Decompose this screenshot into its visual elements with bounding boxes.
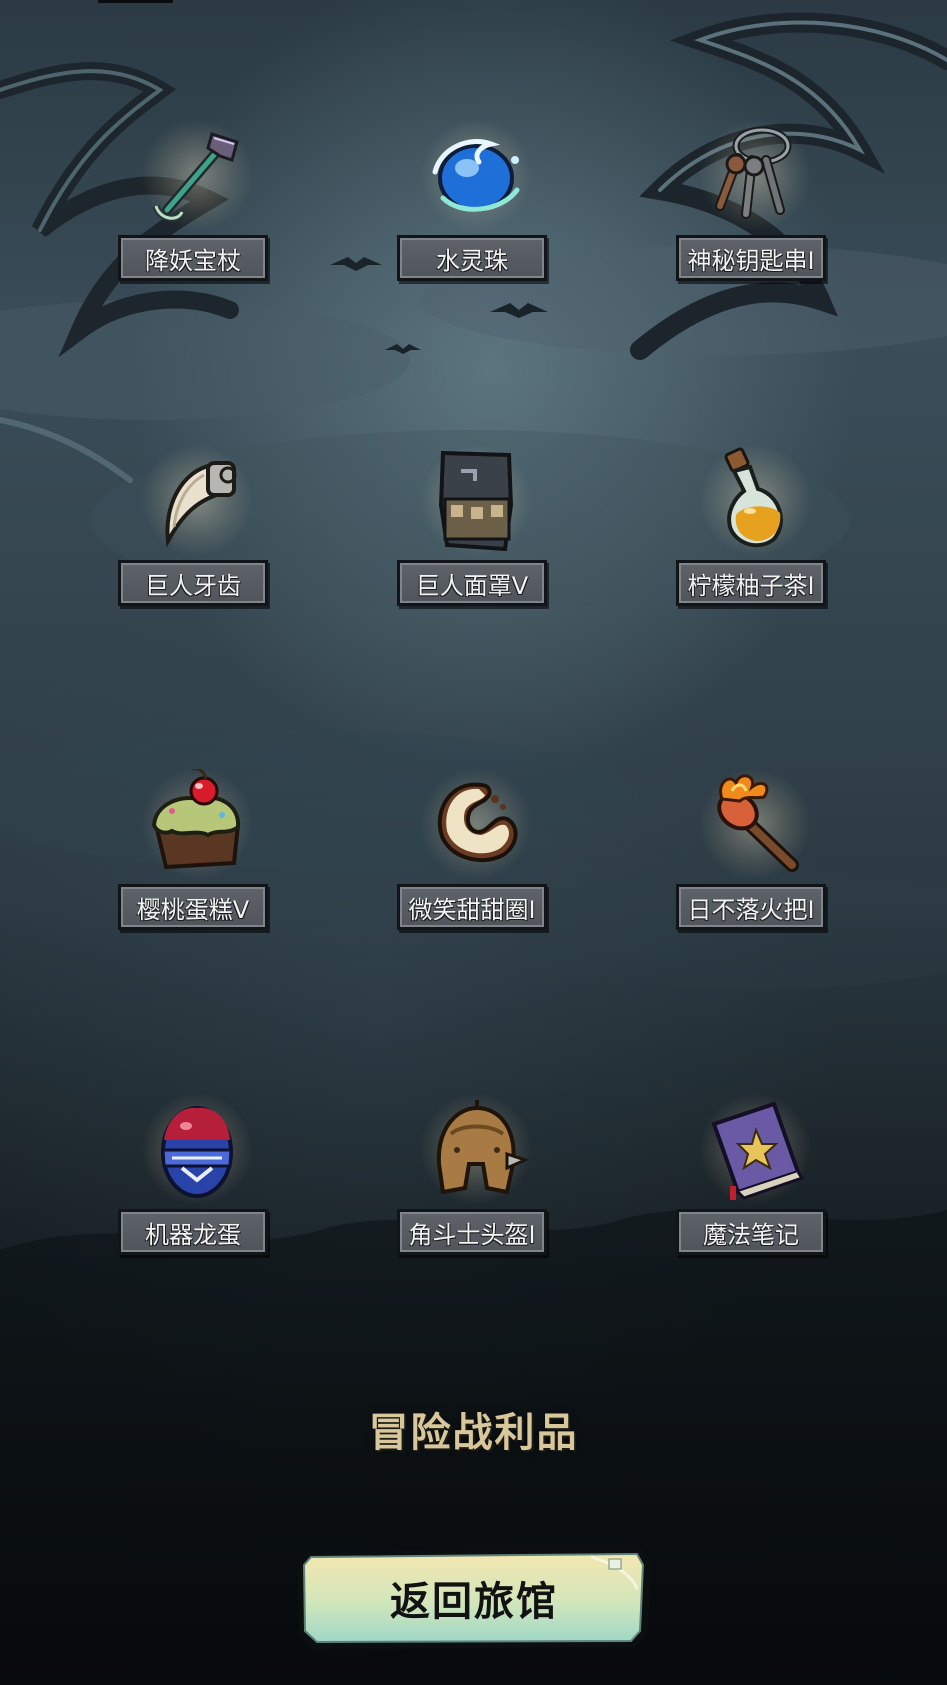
loot-item-helmet[interactable]: 角斗士头盔I — [386, 1074, 566, 1274]
section-title: 冒险战利品 — [368, 1410, 579, 1456]
spellbook-icon — [711, 1101, 805, 1200]
return-button-label: 返回旅馆 — [390, 1579, 558, 1625]
item-name-plate: 巨人面罩V — [397, 560, 547, 606]
return-to-inn-button[interactable]: 返回旅馆 — [291, 1543, 657, 1653]
loot-item-spellbook[interactable]: 魔法笔记 — [665, 1074, 845, 1274]
item-name-plate: 日不落火把I — [676, 884, 826, 930]
fang-icon — [165, 461, 237, 548]
water-orb-icon — [432, 139, 520, 212]
loot-item-mask[interactable]: 巨人面罩V — [386, 425, 566, 625]
mask-icon — [438, 450, 514, 552]
item-name-plate: 水灵珠 — [397, 235, 547, 281]
loot-item-staff[interactable]: 降妖宝杖 — [107, 100, 287, 300]
item-name-plate: 巨人牙齿 — [118, 560, 268, 606]
top-edge-mark — [98, 0, 173, 3]
item-name-plate: 机器龙蛋 — [118, 1209, 268, 1255]
item-name-plate: 角斗士头盔I — [397, 1209, 547, 1255]
loot-item-egg[interactable]: 机器龙蛋 — [107, 1074, 287, 1274]
egg-icon — [161, 1106, 233, 1198]
item-name-plate: 降妖宝杖 — [118, 235, 268, 281]
item-name-plate: 微笑甜甜圈I — [397, 884, 547, 930]
donut-icon — [437, 782, 518, 863]
staff-icon — [152, 132, 239, 222]
loot-screen: 降妖宝杖 水灵珠 神秘钥匙串I 巨人牙齿 巨人面罩V 柠檬柚子茶I 樱桃蛋糕V … — [0, 0, 947, 1685]
loot-item-keyring[interactable]: 神秘钥匙串I — [665, 100, 845, 300]
helmet-icon — [436, 1100, 530, 1195]
item-name-plate: 神秘钥匙串I — [676, 235, 826, 281]
item-name-plate: 樱桃蛋糕V — [118, 884, 268, 930]
cake-icon — [151, 769, 241, 870]
loot-item-donut[interactable]: 微笑甜甜圈I — [386, 749, 566, 949]
loot-item-torch[interactable]: 日不落火把I — [665, 749, 845, 949]
keyring-icon — [715, 126, 792, 219]
potion-icon — [724, 447, 783, 548]
item-name-plate: 魔法笔记 — [676, 1209, 826, 1255]
loot-item-cake[interactable]: 樱桃蛋糕V — [107, 749, 287, 949]
loot-item-fang[interactable]: 巨人牙齿 — [107, 425, 287, 625]
loot-item-water-orb[interactable]: 水灵珠 — [386, 100, 566, 300]
loot-item-potion[interactable]: 柠檬柚子茶I — [665, 425, 845, 625]
item-name-plate: 柠檬柚子茶I — [676, 560, 826, 606]
torch-icon — [717, 774, 799, 872]
